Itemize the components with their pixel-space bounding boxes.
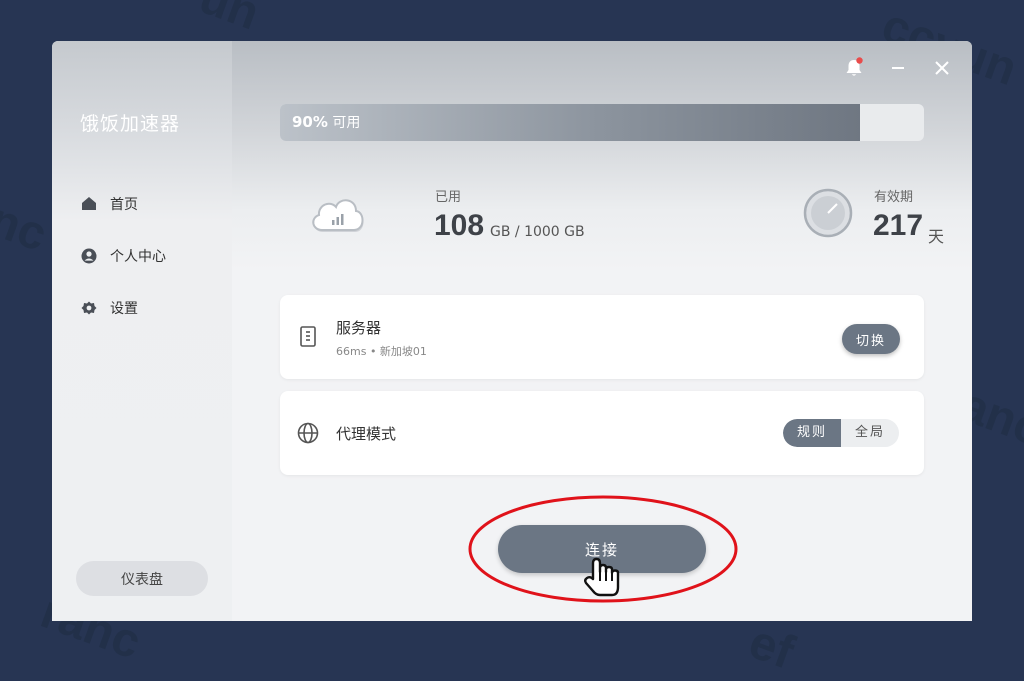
home-icon bbox=[82, 197, 96, 210]
proxy-mode-title: 代理模式 bbox=[336, 425, 397, 443]
server-title: 服务器 bbox=[336, 319, 382, 337]
usage-available-text: 可用 bbox=[332, 115, 361, 131]
usage-progress-bar: 90% 可用 bbox=[280, 104, 924, 141]
dashboard-button[interactable]: 仪表盘 bbox=[76, 561, 208, 596]
sidebar-item-home[interactable]: 首页 bbox=[80, 192, 138, 216]
app-title: 饿饭加速器 bbox=[80, 113, 181, 135]
proxy-mode-option-rule[interactable]: 规则 bbox=[783, 419, 841, 447]
gear-icon bbox=[81, 301, 97, 315]
sidebar-item-label: 个人中心 bbox=[110, 249, 166, 265]
usage-progress-fill bbox=[280, 104, 860, 141]
app-window: 饿饭加速器 首页 个人中心 设置 仪表盘 90% 可用 已用 108 GB / … bbox=[52, 41, 972, 621]
server-detail: 66ms • 新加坡01 bbox=[336, 345, 427, 358]
sidebar-item-settings[interactable]: 设置 bbox=[80, 296, 138, 320]
proxy-mode-toggle: 规则 全局 bbox=[783, 419, 899, 447]
used-label: 已用 bbox=[435, 190, 462, 205]
watermark-fragment: nc bbox=[0, 193, 54, 262]
server-card: 服务器 66ms • 新加坡01 切换 bbox=[280, 295, 924, 379]
usage-progress-label: 90% 可用 bbox=[292, 104, 360, 141]
close-button[interactable] bbox=[931, 57, 953, 79]
used-value: 108 bbox=[434, 209, 485, 242]
usage-percent: 90% bbox=[292, 113, 328, 131]
sidebar: 饿饭加速器 首页 个人中心 设置 仪表盘 bbox=[52, 41, 232, 621]
minimize-icon bbox=[892, 67, 904, 69]
cloud-chart-icon bbox=[312, 199, 364, 232]
validity-value: 217 bbox=[873, 209, 924, 242]
proxy-mode-option-global[interactable]: 全局 bbox=[841, 419, 899, 447]
watermark-fragment: ef bbox=[742, 615, 801, 680]
used-unit: GB / 1000 GB bbox=[490, 224, 585, 240]
sidebar-item-profile[interactable]: 个人中心 bbox=[80, 244, 166, 268]
proxy-mode-card: 代理模式 规则 全局 bbox=[280, 391, 924, 475]
globe-icon bbox=[297, 422, 319, 444]
validity-unit: 天 bbox=[928, 227, 945, 246]
switch-server-button[interactable]: 切换 bbox=[842, 324, 900, 354]
sidebar-item-label: 设置 bbox=[110, 301, 138, 317]
notification-button[interactable] bbox=[843, 57, 865, 79]
minimize-button[interactable] bbox=[887, 57, 909, 79]
user-icon bbox=[81, 248, 97, 264]
server-icon bbox=[300, 326, 316, 347]
bell-icon bbox=[846, 57, 863, 76]
clock-icon bbox=[803, 188, 853, 238]
watermark-fragment: un bbox=[192, 0, 266, 41]
close-icon bbox=[935, 61, 949, 75]
connect-button[interactable]: 连接 bbox=[498, 525, 706, 573]
validity-label: 有效期 bbox=[874, 190, 914, 205]
main-panel: 90% 可用 已用 108 GB / 1000 GB 有效期 217 天 服务器… bbox=[232, 41, 972, 621]
sidebar-item-label: 首页 bbox=[110, 197, 138, 213]
